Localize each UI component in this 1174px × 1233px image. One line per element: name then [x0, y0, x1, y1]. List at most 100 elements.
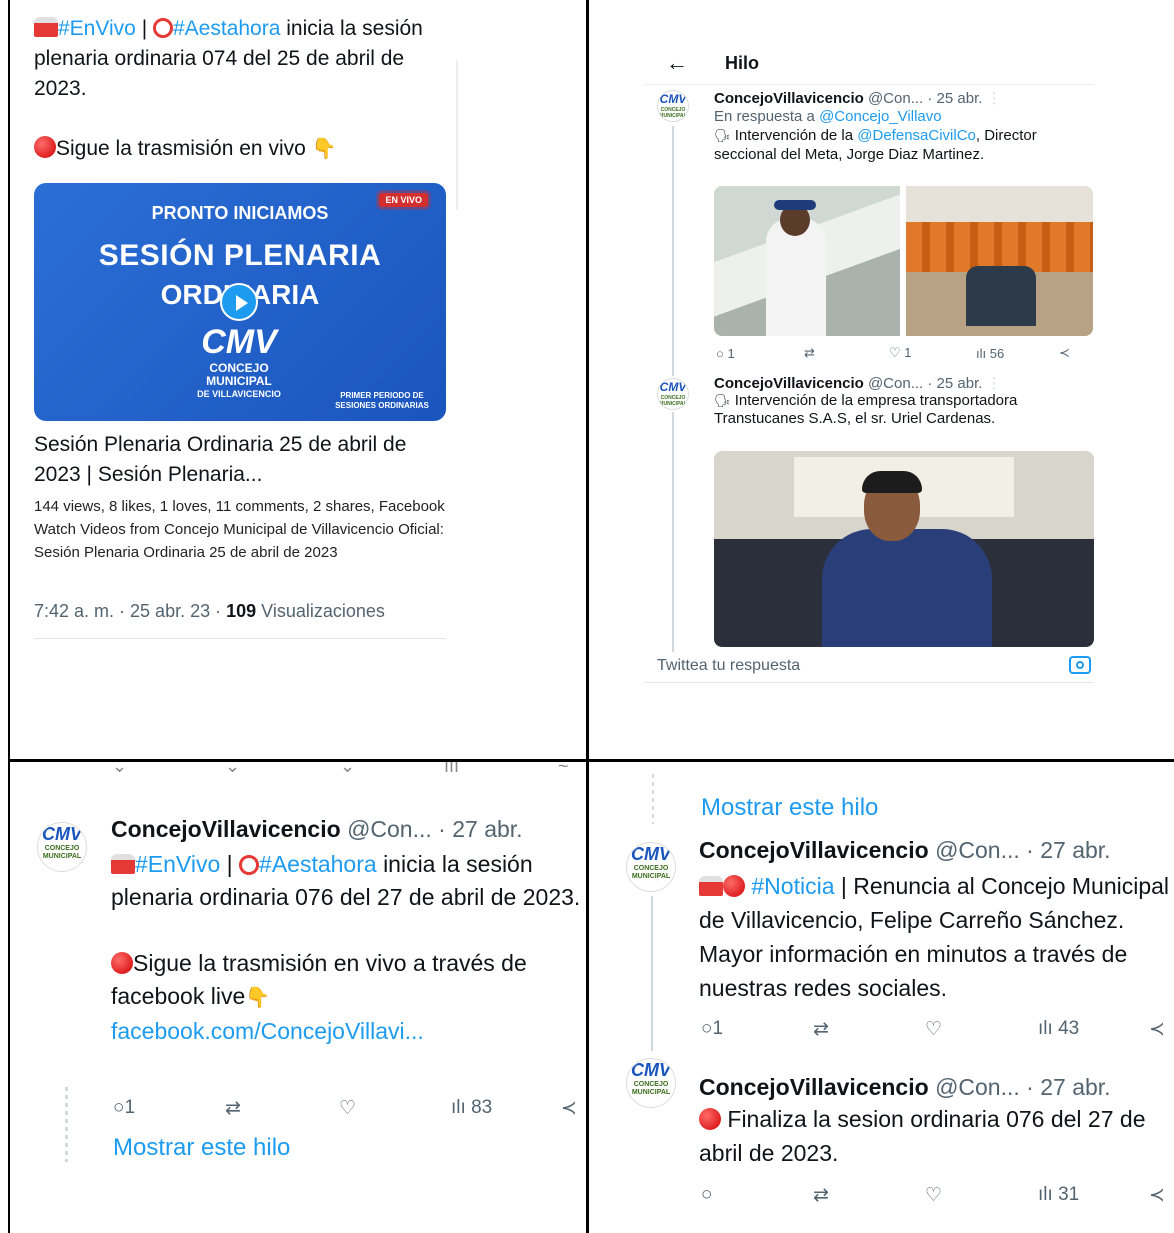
author-name[interactable]: ConcejoVillavicencio [714, 90, 864, 107]
hashtag-aestahora[interactable]: #Aestahora [259, 851, 377, 877]
tweet-body: En respuesta a @Concejo_Villavo 🗣 Interv… [714, 107, 1079, 164]
author-handle[interactable]: @Con... [935, 1074, 1020, 1100]
tweet-date[interactable]: · 27 abr. [1026, 837, 1110, 863]
avatar[interactable]: CMV CONCEJO MUNICIPAL [657, 378, 689, 410]
share-icon[interactable]: ≺ [1059, 345, 1070, 361]
author-handle[interactable]: @Con... [347, 816, 432, 842]
body-pre: Intervención de la [734, 127, 854, 144]
reply-icon[interactable]: ⌄ [112, 762, 127, 777]
hashtag-noticia[interactable]: #Noticia [751, 873, 834, 899]
retweet-icon[interactable]: ⌄ [225, 762, 240, 777]
author-handle[interactable]: @Con... [868, 90, 923, 107]
tweet-actions: ○1 ⇄ ♡ ılı 43 ≺ [701, 1016, 1171, 1042]
reply-icon[interactable]: ○ [701, 1184, 712, 1206]
like-icon[interactable]: ♡ [925, 1018, 942, 1041]
like-icon[interactable]: ♡ 1 [889, 345, 912, 361]
tweet-photo-2[interactable] [906, 186, 1093, 336]
tweet-date[interactable]: · 27 abr. [1026, 1074, 1110, 1100]
thread-connector [652, 774, 654, 824]
separator: | [226, 851, 233, 877]
retweet-icon[interactable]: ⇄ [225, 1097, 241, 1120]
tweet-header: ConcejoVillavicencio @Con... · 25 abr. ⋮ [714, 89, 1002, 107]
tweet-header: ConcejoVillavicencio @Con... · 27 abr. [699, 837, 1111, 864]
card-title[interactable]: Sesión Plenaria Ordinaria 25 de abril de… [34, 430, 454, 490]
hashtag-aestahora[interactable]: #Aestahora [173, 17, 280, 40]
thread-connector [651, 896, 653, 1051]
play-icon[interactable] [220, 283, 258, 321]
reply-icon[interactable]: ○1 [701, 1018, 723, 1040]
alarm-clock-icon [153, 18, 173, 38]
reply-handle-link[interactable]: @Concejo_Villavo [819, 108, 942, 125]
tweet-header: ConcejoVillavicencio @Con... · 27 abr. [699, 1074, 1111, 1101]
more-icon[interactable]: ⋮ [987, 375, 1002, 392]
share-icon[interactable]: ~ [558, 762, 569, 777]
tweet-body: 🗣 Intervención de la empresa transportad… [714, 392, 1084, 428]
more-icon[interactable]: ⋮ [987, 90, 1002, 107]
author-handle[interactable]: @Con... [935, 837, 1020, 863]
views-icon[interactable]: ılı 56 [976, 346, 1004, 361]
tweet-photo-1[interactable] [714, 186, 900, 336]
pointing-down-hand-icon: 👇 [311, 138, 337, 160]
show-thread-link[interactable]: Mostrar este hilo [113, 1134, 290, 1162]
avatar[interactable]: CMV CONCEJO MUNICIPAL [37, 822, 87, 872]
tweet-date[interactable]: · 25 abr. [927, 90, 982, 107]
author-name[interactable]: ConcejoVillavicencio [111, 816, 341, 842]
like-icon[interactable]: ♡ [925, 1184, 942, 1207]
avatar[interactable]: CMV CONCEJO MUNICIPAL [657, 90, 689, 122]
video-card[interactable]: EN VIVO PRONTO INICIAMOS SESIÓN PLENARIA… [34, 183, 446, 421]
author-name[interactable]: ConcejoVillavicencio [714, 375, 864, 392]
siren-icon [111, 854, 135, 874]
follow-text: Sigue la trasmisión en vivo a través de … [111, 950, 527, 1009]
views-icon[interactable]: ılı 43 [1038, 1018, 1079, 1040]
red-circle-icon [699, 1108, 721, 1130]
panel-tweet-074: #EnVivo | #Aestahora inicia la sesión pl… [10, 0, 586, 759]
panel-tweet-076: ⌄ ⌄ ⌄ ııı ~ CMV CONCEJO MUNICIPAL Concej… [10, 762, 586, 1233]
share-icon[interactable]: ≺ [1149, 1184, 1165, 1207]
views-icon[interactable]: ılı 83 [451, 1097, 492, 1119]
author-name[interactable]: ConcejoVillavicencio [699, 1074, 929, 1100]
show-thread-link[interactable]: Mostrar este hilo [701, 794, 878, 822]
facebook-link[interactable]: facebook.com/ConcejoVillavi... [111, 1018, 424, 1044]
views-count: 31 [1058, 1184, 1080, 1205]
period-label: PRIMER PERIODO DE SESIONES ORDINARIAS [335, 391, 429, 410]
reply-prefix: En respuesta a [714, 108, 815, 125]
reply-icon[interactable]: ○ 1 [716, 346, 735, 361]
share-icon[interactable]: ≺ [561, 1097, 577, 1120]
meta-views-label: Visualizaciones [256, 601, 385, 621]
reply-icon[interactable]: ○1 [113, 1097, 135, 1119]
video-line1: PRONTO INICIAMOS [151, 203, 329, 223]
author-handle[interactable]: @Con... [868, 375, 923, 392]
share-icon[interactable]: ≺ [1149, 1018, 1165, 1041]
logo-cmv: CMV [201, 323, 277, 361]
reply-input[interactable]: Twittea tu respuesta [657, 657, 800, 675]
author-name[interactable]: ConcejoVillavicencio [699, 837, 929, 863]
views-icon[interactable]: ılı 31 [1038, 1184, 1079, 1206]
retweet-icon[interactable]: ⇄ [813, 1018, 829, 1041]
like-icon[interactable]: ♡ [339, 1097, 356, 1120]
hashtag-envivo[interactable]: #EnVivo [135, 851, 220, 877]
tweet-date[interactable]: · 25 abr. [927, 375, 982, 392]
tweet-date[interactable]: · 27 abr. [438, 816, 522, 842]
siren-icon [699, 876, 723, 896]
avatar[interactable]: CMV CONCEJO MUNICIPAL [626, 1058, 676, 1108]
scrollbar[interactable] [456, 60, 458, 210]
concejo-logo: CMV CONCEJO MUNICIPAL DE VILLAVICENCIO [194, 323, 284, 409]
avatar[interactable]: CMV CONCEJO MUNICIPAL [626, 842, 676, 892]
retweet-icon[interactable]: ⇄ [804, 345, 815, 361]
tweet-text: #EnVivo | #Aestahora inicia la sesión pl… [34, 14, 454, 164]
hashtag-envivo[interactable]: #EnVivo [58, 17, 136, 40]
arrow-left-icon[interactable]: ← [666, 50, 688, 76]
tweet-actions: ○ 1 ⇄ ♡ 1 ılı 56 ≺ [716, 343, 1086, 363]
speaking-head-icon: 🗣 [714, 128, 731, 143]
tweet-body: #EnVivo | #Aestahora inicia la sesión pl… [111, 848, 586, 1048]
camera-icon[interactable] [1069, 656, 1091, 674]
follow-text: Sigue la trasmisión en vivo [56, 137, 306, 160]
views-count: 43 [1058, 1018, 1080, 1039]
header-divider [644, 84, 1094, 85]
mention-link[interactable]: @DefensaCivilCo [857, 127, 976, 144]
views-icon[interactable]: ııı [444, 762, 459, 777]
divider [644, 682, 1094, 683]
tweet-photo-3[interactable] [714, 451, 1094, 647]
retweet-icon[interactable]: ⇄ [813, 1184, 829, 1207]
like-icon[interactable]: ⌄ [340, 762, 355, 777]
